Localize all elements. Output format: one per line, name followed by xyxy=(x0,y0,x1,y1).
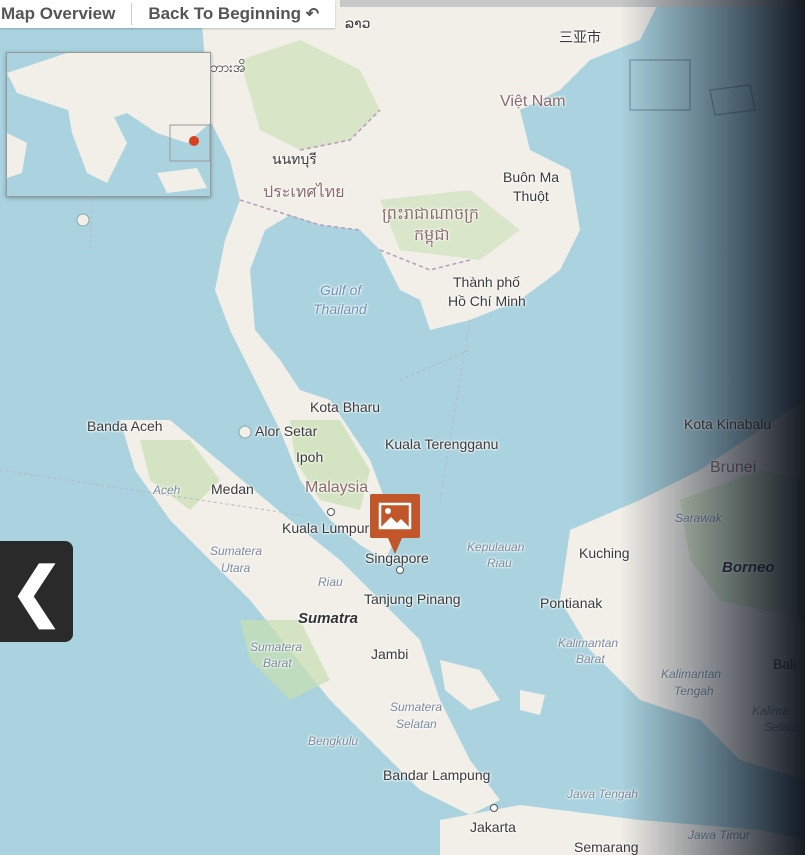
city-dot-jakarta xyxy=(490,804,498,812)
map-label-banda-aceh: Banda Aceh xyxy=(87,418,163,434)
map-label-thuot: Thuột xyxy=(513,188,549,204)
city-dot-singapore xyxy=(396,566,404,574)
map-label-kalbar-1: Kalimantan xyxy=(558,636,619,650)
map-label-kota-bharu: Kota Bharu xyxy=(310,399,381,415)
back-to-beginning-button[interactable]: Back To Beginning ↶ xyxy=(132,0,335,28)
map-label-kuala-lumpur: Kuala Lumpur xyxy=(282,520,370,536)
map-label-sumatra: Sumatra xyxy=(298,610,359,627)
map-label-bali: Bali xyxy=(773,656,797,672)
toolbar-strip xyxy=(340,0,805,7)
map-label-sumut-1: Sumatera xyxy=(210,544,263,558)
map-label-sumsel-2: Selatan xyxy=(396,717,437,731)
map-overview-button[interactable]: Map Overview xyxy=(0,0,131,28)
map-label-hcm-1: Thành phố xyxy=(453,274,520,290)
back-to-beginning-label: Back To Beginning xyxy=(148,4,302,23)
map-label-kuching: Kuching xyxy=(579,545,630,561)
map-label-jambi: Jambi xyxy=(371,646,409,662)
map-label-sarawak: Sarawak xyxy=(675,511,722,525)
image-icon xyxy=(370,494,420,554)
map-label-ipoh: Ipoh xyxy=(296,449,324,465)
map-label-cambodia-2: កម្ពុជា xyxy=(414,227,450,244)
chevron-left-icon: ❮ xyxy=(9,555,64,627)
map-label-kalsel-1: Kalima xyxy=(752,704,789,718)
map-label-vietnam: Việt Nam xyxy=(500,93,566,110)
map-label-nonthaburi: นนทบุรี xyxy=(272,151,317,167)
map-label-jawa-tengah: Jawa Tengah xyxy=(567,787,638,801)
map-label-jakarta: Jakarta xyxy=(470,819,516,835)
map-label-kalteng-1: Kalimantan xyxy=(661,667,722,681)
map-label-kepri-1: Kepulauan xyxy=(467,540,525,554)
top-toolbar: Map Overview Back To Beginning ↶ xyxy=(0,0,805,28)
map-label-buon-ma: Buôn Ma xyxy=(503,169,560,185)
map-label-thailand: ประเทศไทย xyxy=(263,184,345,201)
map-label-gulf-1: Gulf of xyxy=(320,282,362,298)
map-label-kota-kinabalu: Kota Kinabalu xyxy=(684,416,772,432)
map-label-kalbar-2: Barat xyxy=(576,652,605,666)
undo-arrow-icon: ↶ xyxy=(305,6,320,23)
minimap-graphic xyxy=(7,53,210,196)
map-label-sumbar-1: Sumatera xyxy=(250,640,303,654)
map-label-sumsel-1: Sumatera xyxy=(390,700,443,714)
map-label-brunei: Brunei xyxy=(710,459,757,476)
map-label-gulf-2: Thailand xyxy=(313,301,367,317)
map-label-myanmar: ဘားအိ xyxy=(210,59,246,75)
map-label-semarang: Semarang xyxy=(574,839,639,855)
toolbar-tabs: Map Overview Back To Beginning ↶ xyxy=(0,0,336,28)
map-label-kuala-terengganu: Kuala Terengganu xyxy=(385,436,499,452)
map-label-bandar-lampung: Bandar Lampung xyxy=(383,767,491,783)
map-label-alor-setar: Alor Setar xyxy=(255,423,318,439)
city-dot-kuala-lumpur xyxy=(327,508,335,516)
overview-minimap[interactable] xyxy=(6,52,211,197)
map-label-sumbar-2: Barat xyxy=(263,656,292,670)
map-label-medan: Medan xyxy=(211,481,254,497)
previous-slide-button[interactable]: ❮ xyxy=(0,541,73,642)
map-label-kalteng-2: Tengah xyxy=(674,684,714,698)
map-label-sanya: 三亚市 xyxy=(559,29,601,45)
map-label-jawa-timur: Jawa Timur xyxy=(688,828,750,842)
photo-map-marker[interactable] xyxy=(368,492,422,562)
map-label-hcm-2: Hồ Chí Minh xyxy=(448,293,526,309)
map-label-aceh: Aceh xyxy=(153,483,181,497)
map-label-sumut-2: Utara xyxy=(221,561,251,575)
map-label-pontianak: Pontianak xyxy=(540,595,603,611)
map-label-borneo: Borneo xyxy=(722,559,775,576)
map-label-riau: Riau xyxy=(318,575,343,589)
map-label-kepri-2: Riau xyxy=(487,556,512,570)
map-label-kalsel-2: Selata xyxy=(764,720,799,734)
map-label-malaysia: Malaysia xyxy=(305,479,369,496)
map-label-cambodia: ព្រះរាជាណាចក្រ xyxy=(382,206,480,223)
map-label-bengkulu: Bengkulu xyxy=(308,734,359,748)
map-label-tanjung-pinang: Tanjung Pinang xyxy=(364,591,461,607)
